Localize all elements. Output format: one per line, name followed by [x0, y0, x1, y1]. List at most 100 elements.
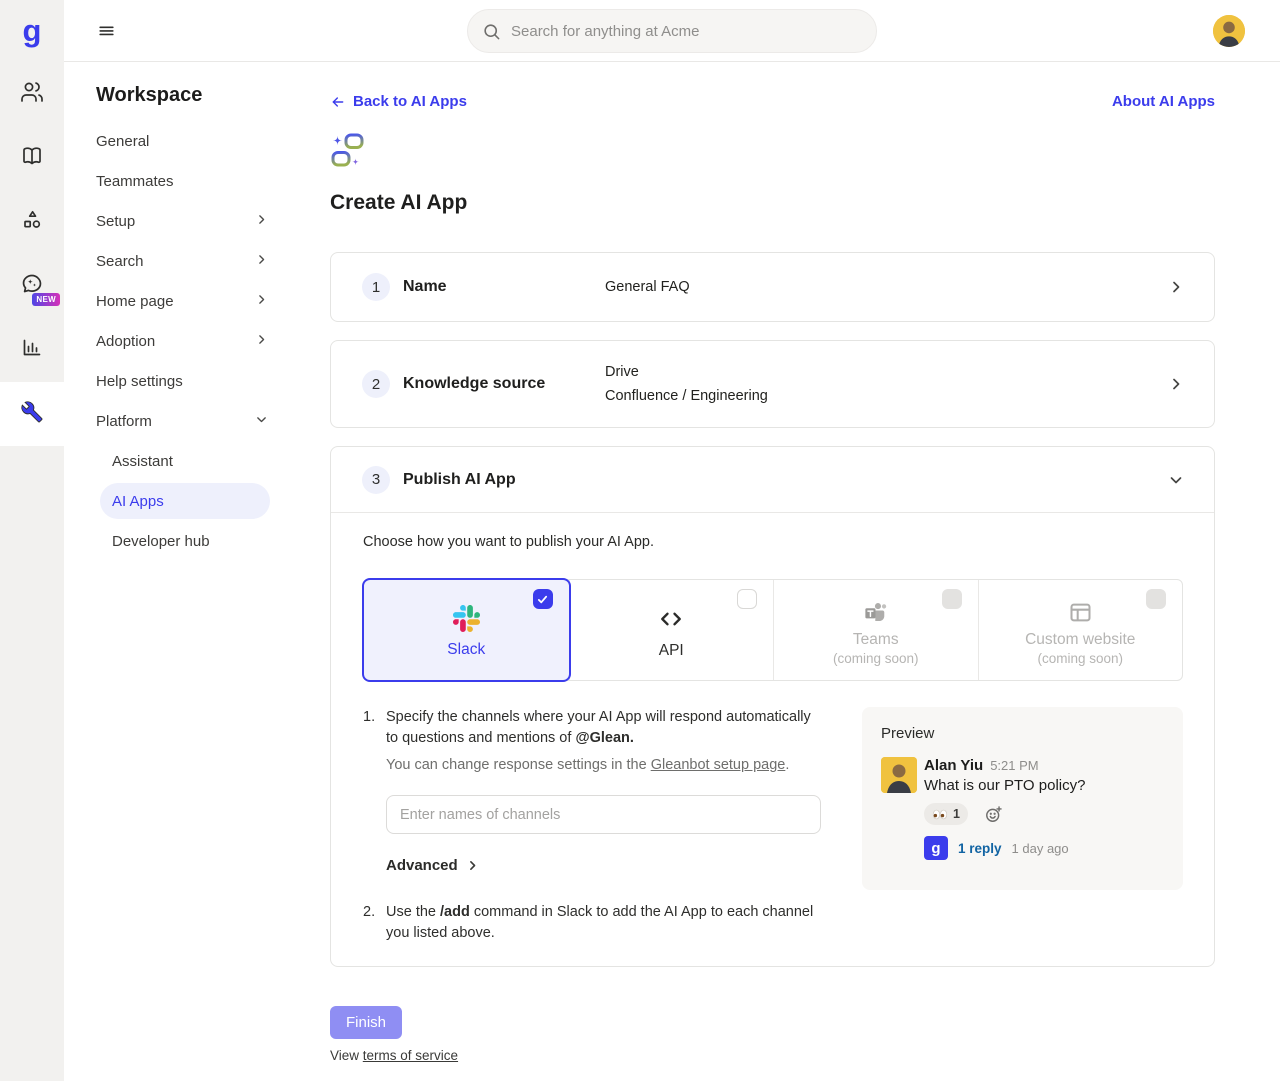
sidebar-item-label: Assistant: [112, 453, 173, 470]
sidebar-item-platform[interactable]: Platform: [96, 401, 268, 441]
message-timestamp: 5:21 PM: [990, 758, 1038, 773]
rail-item-apps[interactable]: [0, 190, 64, 254]
terms-of-service-link[interactable]: terms of service: [363, 1048, 458, 1063]
sidebar-item-search[interactable]: Search: [96, 241, 268, 281]
rail-item-assistant[interactable]: NEW: [0, 254, 64, 318]
sidebar-item-label: Search: [96, 253, 144, 270]
new-badge: NEW: [32, 293, 60, 306]
rail-item-people[interactable]: [0, 62, 64, 126]
sidebar-item-label: Teammates: [96, 173, 174, 190]
back-arrow-icon: [330, 94, 346, 110]
step-card-name: 1 Name General FAQ: [330, 252, 1215, 322]
sidebar-item-setup[interactable]: Setup: [96, 201, 268, 241]
code-icon: [657, 605, 685, 633]
instruction-item-2: 2. Use the /add command in Slack to add …: [363, 902, 821, 943]
instruction-text: Use the: [386, 904, 440, 920]
topbar: [64, 0, 1280, 62]
step-title: Knowledge source: [403, 375, 545, 393]
option-label: Slack: [447, 641, 485, 659]
reaction-pill: 1: [924, 803, 968, 825]
app-window: g: [0, 0, 1280, 1081]
sidebar-item-label: Adoption: [96, 333, 155, 350]
search-input[interactable]: [511, 23, 862, 40]
chevron-down-icon: [255, 413, 268, 430]
teams-icon: [862, 599, 889, 626]
step-value: Confluence / Engineering: [605, 384, 1168, 408]
step-title: Name: [403, 278, 447, 296]
hamburger-menu-icon[interactable]: [97, 21, 116, 40]
sidebar-item-label: Setup: [96, 213, 135, 230]
wrench-icon: [21, 401, 43, 428]
ai-app-icon: [330, 132, 1215, 175]
global-search[interactable]: [467, 9, 877, 53]
thread-reply-time: 1 day ago: [1012, 841, 1069, 856]
sidebar-item-label: Platform: [96, 413, 152, 430]
rail-item-knowledge[interactable]: [0, 126, 64, 190]
glean-logo-icon[interactable]: g: [0, 0, 64, 62]
option-api[interactable]: API: [569, 580, 774, 680]
user-avatar[interactable]: [1213, 15, 1245, 47]
thread-reply-link: 1 reply: [958, 841, 1002, 856]
chevron-right-icon: [1168, 376, 1184, 392]
step-card-publish: 3 Publish AI App Choose how you want to …: [330, 446, 1215, 967]
about-ai-apps-link[interactable]: About AI Apps: [1112, 93, 1215, 110]
rail-item-analytics[interactable]: [0, 318, 64, 382]
preview-title: Preview: [881, 725, 1164, 742]
add-command: /add: [440, 904, 470, 920]
message-avatar: [881, 757, 917, 793]
search-icon: [482, 22, 501, 41]
api-checkbox[interactable]: [737, 589, 757, 609]
option-label: Teams: [853, 631, 899, 649]
step-row-knowledge-source[interactable]: 2 Knowledge source Drive Confluence / En…: [331, 341, 1214, 427]
chevron-right-icon: [255, 213, 268, 230]
step-title: Publish AI App: [403, 471, 516, 489]
step-value: Drive: [605, 360, 1168, 384]
step-card-knowledge-source: 2 Knowledge source Drive Confluence / En…: [330, 340, 1215, 428]
step-row-publish[interactable]: 3 Publish AI App: [331, 447, 1214, 513]
list-number: 1.: [363, 707, 386, 748]
sidebar-item-assistant[interactable]: Assistant: [112, 441, 330, 481]
people-icon: [20, 80, 44, 109]
slack-checkbox[interactable]: [533, 589, 553, 609]
slack-icon: [453, 605, 480, 632]
advanced-toggle[interactable]: Advanced: [386, 857, 479, 874]
sidebar-item-ai-apps[interactable]: AI Apps: [100, 483, 270, 519]
option-label: Custom website: [1025, 631, 1135, 649]
workspace-sidebar: Workspace General Teammates Setup Search…: [64, 62, 330, 1081]
reaction-count: 1: [953, 807, 960, 821]
sidebar-title: Workspace: [96, 84, 330, 107]
teams-checkbox: [942, 589, 962, 609]
glean-mention: @Glean.: [575, 730, 633, 746]
browser-window-icon: [1067, 599, 1094, 626]
icon-rail: g: [0, 0, 64, 1081]
publish-options: Slack API: [363, 579, 1183, 681]
step-row-name[interactable]: 1 Name General FAQ: [331, 253, 1214, 321]
book-icon: [20, 144, 44, 173]
custom-website-checkbox: [1146, 589, 1166, 609]
gleanbot-avatar-icon: g: [924, 836, 948, 860]
finish-button[interactable]: Finish: [330, 1006, 402, 1039]
sidebar-item-general[interactable]: General: [96, 121, 268, 161]
chevron-right-icon: [255, 333, 268, 350]
back-to-ai-apps-link[interactable]: Back to AI Apps: [330, 93, 467, 110]
option-sublabel: (coming soon): [1037, 651, 1123, 666]
option-slack[interactable]: Slack: [364, 580, 569, 680]
shapes-icon: [20, 208, 44, 237]
publish-intro-text: Choose how you want to publish your AI A…: [363, 534, 1183, 550]
note-text: You can change response settings in the: [386, 757, 651, 773]
back-link-label: Back to AI Apps: [353, 93, 467, 110]
sidebar-item-home-page[interactable]: Home page: [96, 281, 268, 321]
sidebar-item-adoption[interactable]: Adoption: [96, 321, 268, 361]
advanced-label: Advanced: [386, 857, 458, 874]
sidebar-item-help-settings[interactable]: Help settings: [96, 361, 268, 401]
response-settings-note: You can change response settings in the …: [386, 757, 821, 773]
gleanbot-setup-page-link[interactable]: Gleanbot setup page: [651, 757, 786, 773]
slack-preview-panel: Preview: [862, 707, 1183, 890]
sidebar-item-developer-hub[interactable]: Developer hub: [112, 521, 330, 561]
channels-input[interactable]: [386, 795, 821, 834]
message-author: Alan Yiu: [924, 757, 983, 774]
sidebar-item-teammates[interactable]: Teammates: [96, 161, 268, 201]
sidebar-item-label: Developer hub: [112, 533, 210, 550]
chevron-right-icon: [466, 859, 479, 872]
rail-item-admin-tools[interactable]: [0, 382, 64, 446]
